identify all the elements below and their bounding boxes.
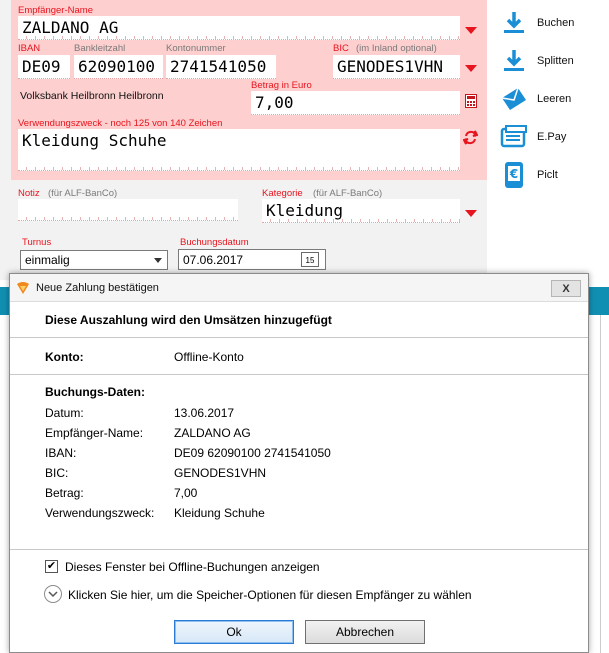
- row-value-iban: DE09 62090100 2741541050: [174, 446, 331, 460]
- amount-input[interactable]: 7,00: [251, 91, 460, 115]
- show-window-checkbox[interactable]: ✔: [45, 560, 58, 573]
- close-button[interactable]: X: [551, 280, 581, 297]
- close-icon: X: [562, 282, 570, 295]
- row-key-verwendungszweck: Verwendungszweck:: [45, 506, 155, 520]
- dialog-heading: Diese Auszahlung wird den Umsätzen hinzu…: [45, 313, 332, 327]
- sidebar-item-label: Buchen: [537, 17, 575, 29]
- sidebar-item-buchen[interactable]: Buchen: [499, 6, 609, 40]
- date-input[interactable]: 07.06.2017 15: [178, 249, 326, 270]
- app-window: Empfänger-Name ZALDANO AG IBAN Bankleitz…: [0, 0, 609, 653]
- category-label: Kategorie: [262, 188, 303, 199]
- konto-key: Konto:: [45, 350, 84, 364]
- calendar-icon[interactable]: 15: [301, 252, 319, 267]
- row-value-verwendungszweck: Kleidung Schuhe: [174, 506, 265, 520]
- note-hint: (für ALF-BanCo): [48, 188, 118, 199]
- epay-icon: [499, 122, 529, 152]
- sidebar-item-piclt[interactable]: € Piclt: [499, 158, 609, 192]
- background-scroll-strip: [600, 315, 609, 653]
- checkmark-icon: ✔: [46, 560, 57, 572]
- date-label: Buchungsdatum: [180, 237, 249, 248]
- purpose-label: Verwendungszweck - noch 125 von 140 Zeic…: [18, 118, 223, 129]
- confirm-payment-dialog: Neue Zahlung bestätigen X Diese Auszahlu…: [9, 273, 589, 653]
- konto-input[interactable]: 2741541050: [166, 55, 276, 79]
- row-value-betrag: 7,00: [174, 486, 198, 500]
- blz-input[interactable]: 62090100: [74, 55, 163, 79]
- svg-text:€: €: [509, 167, 518, 181]
- sidebar-item-leeren[interactable]: Leeren: [499, 82, 609, 116]
- ok-button[interactable]: Ok: [174, 620, 294, 644]
- purpose-input[interactable]: Kleidung Schuhe: [18, 129, 460, 171]
- divider: [10, 374, 588, 375]
- category-dropdown-icon[interactable]: [465, 210, 477, 217]
- recipient-dropdown-icon[interactable]: [465, 27, 477, 34]
- recipient-input[interactable]: ZALDANO AG: [18, 16, 460, 40]
- euro-phone-icon: €: [499, 160, 529, 190]
- row-value-bic: GENODES1VHN: [174, 466, 267, 480]
- download-icon: [499, 8, 529, 38]
- expander-label[interactable]: Klicken Sie hier, um die Speicher-Option…: [68, 588, 472, 602]
- iban-country-input[interactable]: DE09: [18, 55, 70, 79]
- bank-name: Volksbank Heilbronn Heilbronn: [20, 90, 164, 102]
- divider: [10, 337, 588, 338]
- dialog-titlebar[interactable]: Neue Zahlung bestätigen X: [10, 274, 588, 302]
- sidebar-item-label: Splitten: [537, 55, 574, 67]
- iban-label: IBAN: [18, 43, 41, 54]
- split-download-icon: [499, 46, 529, 76]
- sidebar-item-label: Leeren: [537, 93, 572, 105]
- note-input[interactable]: [18, 199, 238, 221]
- bic-label: BIC: [333, 43, 349, 54]
- app-logo-icon: [16, 281, 30, 295]
- row-key-bic: BIC:: [45, 466, 69, 480]
- category-hint: (für ALF-BanCo): [313, 188, 383, 199]
- turnus-select[interactable]: einmalig: [20, 250, 168, 270]
- row-key-datum: Datum:: [45, 406, 84, 420]
- bic-input[interactable]: GENODES1VHN: [333, 55, 460, 79]
- recipient-label: Empfänger-Name: [18, 5, 93, 16]
- category-input[interactable]: Kleidung: [262, 199, 460, 223]
- turnus-value: einmalig: [25, 253, 70, 267]
- calculator-icon[interactable]: [465, 94, 477, 111]
- dialog-title: Neue Zahlung bestätigen: [36, 282, 159, 294]
- date-value: 07.06.2017: [183, 253, 244, 267]
- blz-label: Bankleitzahl: [74, 43, 126, 54]
- row-key-betrag: Betrag:: [45, 486, 84, 500]
- amount-label: Betrag in Euro: [251, 80, 312, 91]
- clear-envelope-icon: [499, 84, 529, 114]
- row-value-datum: 13.06.2017: [174, 406, 235, 420]
- konto-value: Offline-Konto: [174, 350, 244, 364]
- divider: [10, 549, 588, 550]
- row-key-iban: IBAN:: [45, 446, 77, 460]
- chevron-down-icon: [154, 258, 162, 263]
- expand-options-button[interactable]: [44, 585, 62, 603]
- chevron-down-icon: [48, 587, 58, 601]
- refresh-icon[interactable]: [462, 130, 479, 148]
- row-value-empfaenger: ZALDANO AG: [174, 426, 251, 440]
- turnus-label: Turnus: [22, 237, 52, 248]
- sidebar-item-splitten[interactable]: Splitten: [499, 44, 609, 78]
- sidebar-item-label: E.Pay: [537, 131, 567, 143]
- checkbox-label: Dieses Fenster bei Offline-Buchungen anz…: [65, 560, 320, 574]
- konto-label: Kontonummer: [166, 43, 226, 54]
- note-label: Notiz: [18, 188, 40, 199]
- section-title: Buchungs-Daten:: [45, 385, 145, 399]
- sidebar-item-label: Piclt: [537, 169, 558, 181]
- sidebar-item-epay[interactable]: E.Pay: [499, 120, 609, 154]
- bic-hint: (im Inland optional): [356, 43, 437, 54]
- cancel-button[interactable]: Abbrechen: [305, 620, 425, 644]
- row-key-empfaenger: Empfänger-Name:: [45, 426, 144, 440]
- bic-dropdown-icon[interactable]: [465, 65, 477, 72]
